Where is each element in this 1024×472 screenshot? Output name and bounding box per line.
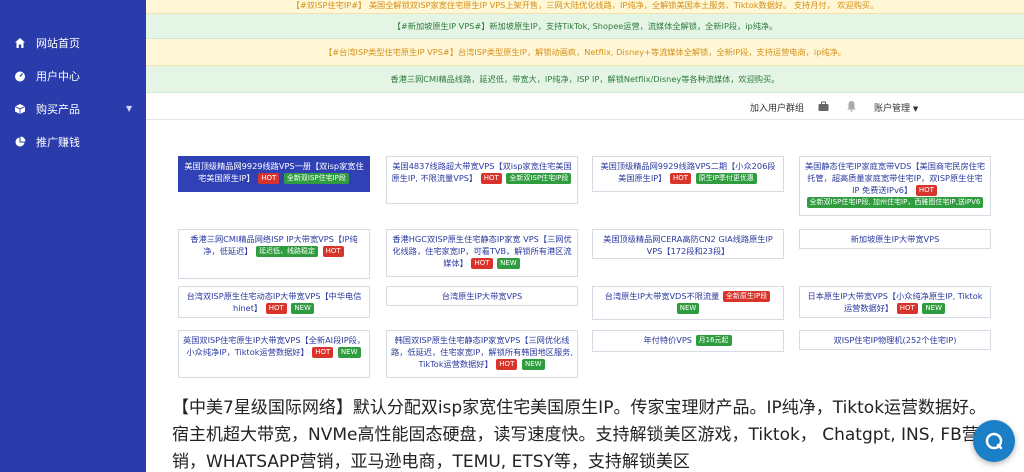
product-card[interactable]: 美国4837线路超大带宽VPS【双isp家宽住宅美国原生IP, 不限流量VPS】… — [386, 156, 578, 204]
new-badge: NEW — [521, 359, 545, 370]
top-navbar: 加入用户群组 账户管理 ▼ — [146, 93, 1024, 120]
product-title: 台湾原生IP大带宽VPS — [441, 291, 523, 301]
hot-badge: HOT — [471, 258, 493, 269]
dashboard-icon — [15, 71, 25, 82]
chevron-down-icon: ▼ — [126, 104, 133, 113]
product-card[interactable]: 美国顶级精品网9929线路VPS二期【小众206段美国原生IP】 HOT 原生I… — [592, 156, 784, 192]
sidebar-item-referral[interactable]: 推广赚钱 — [0, 129, 146, 155]
chat-button[interactable] — [973, 420, 1015, 462]
promo-badge: 全新双ISP住宅IP段, 加州住宅IP，西雅图住宅IP,送IPV6 — [806, 197, 984, 208]
announcement-banner: 香港三网CMI精品线路，延迟低，带宽大，IP纯净，ISP IP，解锁Netfli… — [146, 66, 1024, 93]
sidebar-item-label: 推广赚钱 — [36, 136, 80, 149]
promo-badge: 延迟低，线路稳定 — [256, 246, 319, 257]
banner-text: 【#台湾ISP类型住宅原生IP VPS#】台湾ISP类型原生IP，解锁动画疯，N… — [324, 47, 846, 57]
box-icon — [14, 104, 26, 114]
new-badge: NEW — [676, 303, 700, 314]
sidebar-item-user-center[interactable]: 用户中心 — [0, 63, 146, 89]
new-badge: NEW — [922, 303, 945, 314]
product-card[interactable]: 双ISP住宅IP物理机(252个住宅IP) — [799, 330, 991, 350]
new-badge: NEW — [291, 303, 314, 314]
hot-badge: HOT — [896, 303, 918, 314]
announcement-banner: 【#台湾ISP类型住宅原生IP VPS#】台湾ISP类型原生IP，解锁动画疯，N… — [146, 39, 1024, 66]
product-title: 新加坡原生IP大带宽VPS — [850, 234, 940, 244]
banner-text: 香港三网CMI精品线路，延迟低，带宽大，IP纯净，ISP IP，解锁Netfli… — [390, 74, 780, 84]
product-title: 年付特价VPS — [643, 335, 692, 345]
sidebar-item-label: 购买产品 — [36, 103, 80, 116]
product-card[interactable]: 日本原生IP大带宽VPS【小众纯净原生IP, Tiktok运营数据好】 HOT … — [799, 286, 991, 318]
banner-text: 【#双ISP住宅IP#】 美国全解锁双ISP家宽住宅原生IP VPS上架开售，三… — [291, 0, 879, 10]
product-title: 韩国双ISP原生住宅静态IP家宽VPS【三网优化线路，低延迟，住宅家宽IP，解锁… — [391, 335, 573, 369]
product-card[interactable]: 美国静态住宅IP家庭宽带VDS【美国商宅民房住宅托管，超高质量家庭宽带住宅IP，… — [799, 156, 991, 216]
announcement-banner: 【#新加坡原生IP VPS#】新加坡原生IP，支持TikTok, Shopee运… — [146, 14, 1024, 39]
product-card[interactable]: 韩国双ISP原生住宅静态IP家宽VPS【三网优化线路，低延迟，住宅家宽IP，解锁… — [386, 330, 578, 378]
promo-badge: 全新双ISP住宅IP段 — [283, 173, 349, 184]
promo-badge: 月16元起 — [695, 335, 732, 346]
product-card[interactable]: 美国顶级精品网CERA高防CN2 GIA线路原生IP VPS【172段和23段】 — [592, 229, 784, 259]
sidebar-item-label: 网站首页 — [36, 37, 80, 50]
banner-text: 【#新加坡原生IP VPS#】新加坡原生IP，支持TikTok, Shopee运… — [392, 21, 778, 31]
product-card[interactable]: 台湾双ISP原生住宅动态IP大带宽VPS【中华电信hinet】 HOT NEW — [178, 286, 370, 318]
briefcase-icon[interactable] — [818, 101, 829, 112]
hot-badge: HOT — [258, 173, 280, 184]
new-badge: NEW — [337, 347, 361, 358]
hot-badge: HOT — [496, 359, 518, 370]
hot-badge: HOT — [915, 185, 937, 196]
product-card[interactable]: 香港HGC双ISP原生住宅静态IP家宽 VPS【三网优化线路，住宅家宽IP，可看… — [386, 229, 578, 277]
new-badge: NEW — [497, 258, 520, 269]
caret-down-icon: ▼ — [912, 105, 919, 113]
product-card[interactable]: 台湾原生IP大带宽VPS — [386, 286, 578, 306]
sidebar-item-home[interactable]: 网站首页 — [0, 30, 146, 56]
hot-badge: HOT — [312, 347, 334, 358]
hot-badge: HOT — [480, 173, 502, 184]
product-card[interactable]: 台湾原生IP大带宽VDS不限流量 全新原生IP段 NEW — [592, 286, 784, 320]
promo-badge: 原生IP季付更优惠 — [695, 173, 757, 184]
bell-icon[interactable] — [846, 100, 857, 112]
product-title: 台湾原生IP大带宽VDS不限流量 — [604, 291, 720, 301]
hot-badge: HOT — [669, 173, 692, 184]
pie-chart-icon — [15, 136, 26, 147]
sidebar-item-label: 用户中心 — [36, 70, 80, 83]
announcement-banner: 【#双ISP住宅IP#】 美国全解锁双ISP家宽住宅原生IP VPS上架开售，三… — [146, 0, 1024, 14]
product-card[interactable]: 美国顶级精品网9929线路VPS一册【双isp家宽住宅美国原生IP】 HOT 全… — [178, 156, 370, 192]
home-icon — [15, 38, 25, 48]
account-menu-label: 账户管理 — [874, 104, 911, 114]
product-card[interactable]: 年付特价VPS 月16元起 — [592, 330, 784, 352]
account-menu[interactable]: 账户管理 ▼ — [874, 101, 918, 114]
chat-icon — [985, 432, 1003, 450]
hot-badge: HOT — [322, 246, 344, 257]
product-description: 【中美7星级国际网络】默认分配双isp家宽住宅美国原生IP。传家宝理财产品。IP… — [172, 398, 987, 472]
product-title: 美国顶级精品网CERA高防CN2 GIA线路原生IP VPS【172段和23段】 — [603, 234, 773, 256]
sidebar-item-buy-products[interactable]: 购买产品 ▼ — [0, 96, 146, 122]
product-card[interactable]: 英国双ISP住宅原生IP大带宽VPS【全新AI段IP段，小众纯净IP，Tikto… — [178, 330, 370, 378]
product-title: 双ISP住宅IP物理机(252个住宅IP) — [833, 335, 957, 345]
product-title: 日本原生IP大带宽VPS【小众纯净原生IP, Tiktok运营数据好】 — [807, 291, 983, 313]
promo-badge: 全新双ISP住宅IP段 — [506, 173, 572, 184]
join-group-link[interactable]: 加入用户群组 — [750, 101, 804, 114]
product-title: 美国静态住宅IP家庭宽带VDS【美国商宅民房住宅托管，超高质量家庭宽带住宅IP，… — [804, 161, 986, 195]
sidebar: 网站首页 用户中心 购买产品 ▼ 推广赚钱 — [0, 0, 146, 472]
product-card[interactable]: 香港三网CMI精品网络ISP IP大带宽VPS【IP纯净，低延迟】 延迟低，线路… — [178, 229, 370, 279]
hot-badge: HOT — [265, 303, 287, 314]
product-card[interactable]: 新加坡原生IP大带宽VPS — [799, 229, 991, 249]
promo-badge: 全新原生IP段 — [722, 291, 771, 302]
